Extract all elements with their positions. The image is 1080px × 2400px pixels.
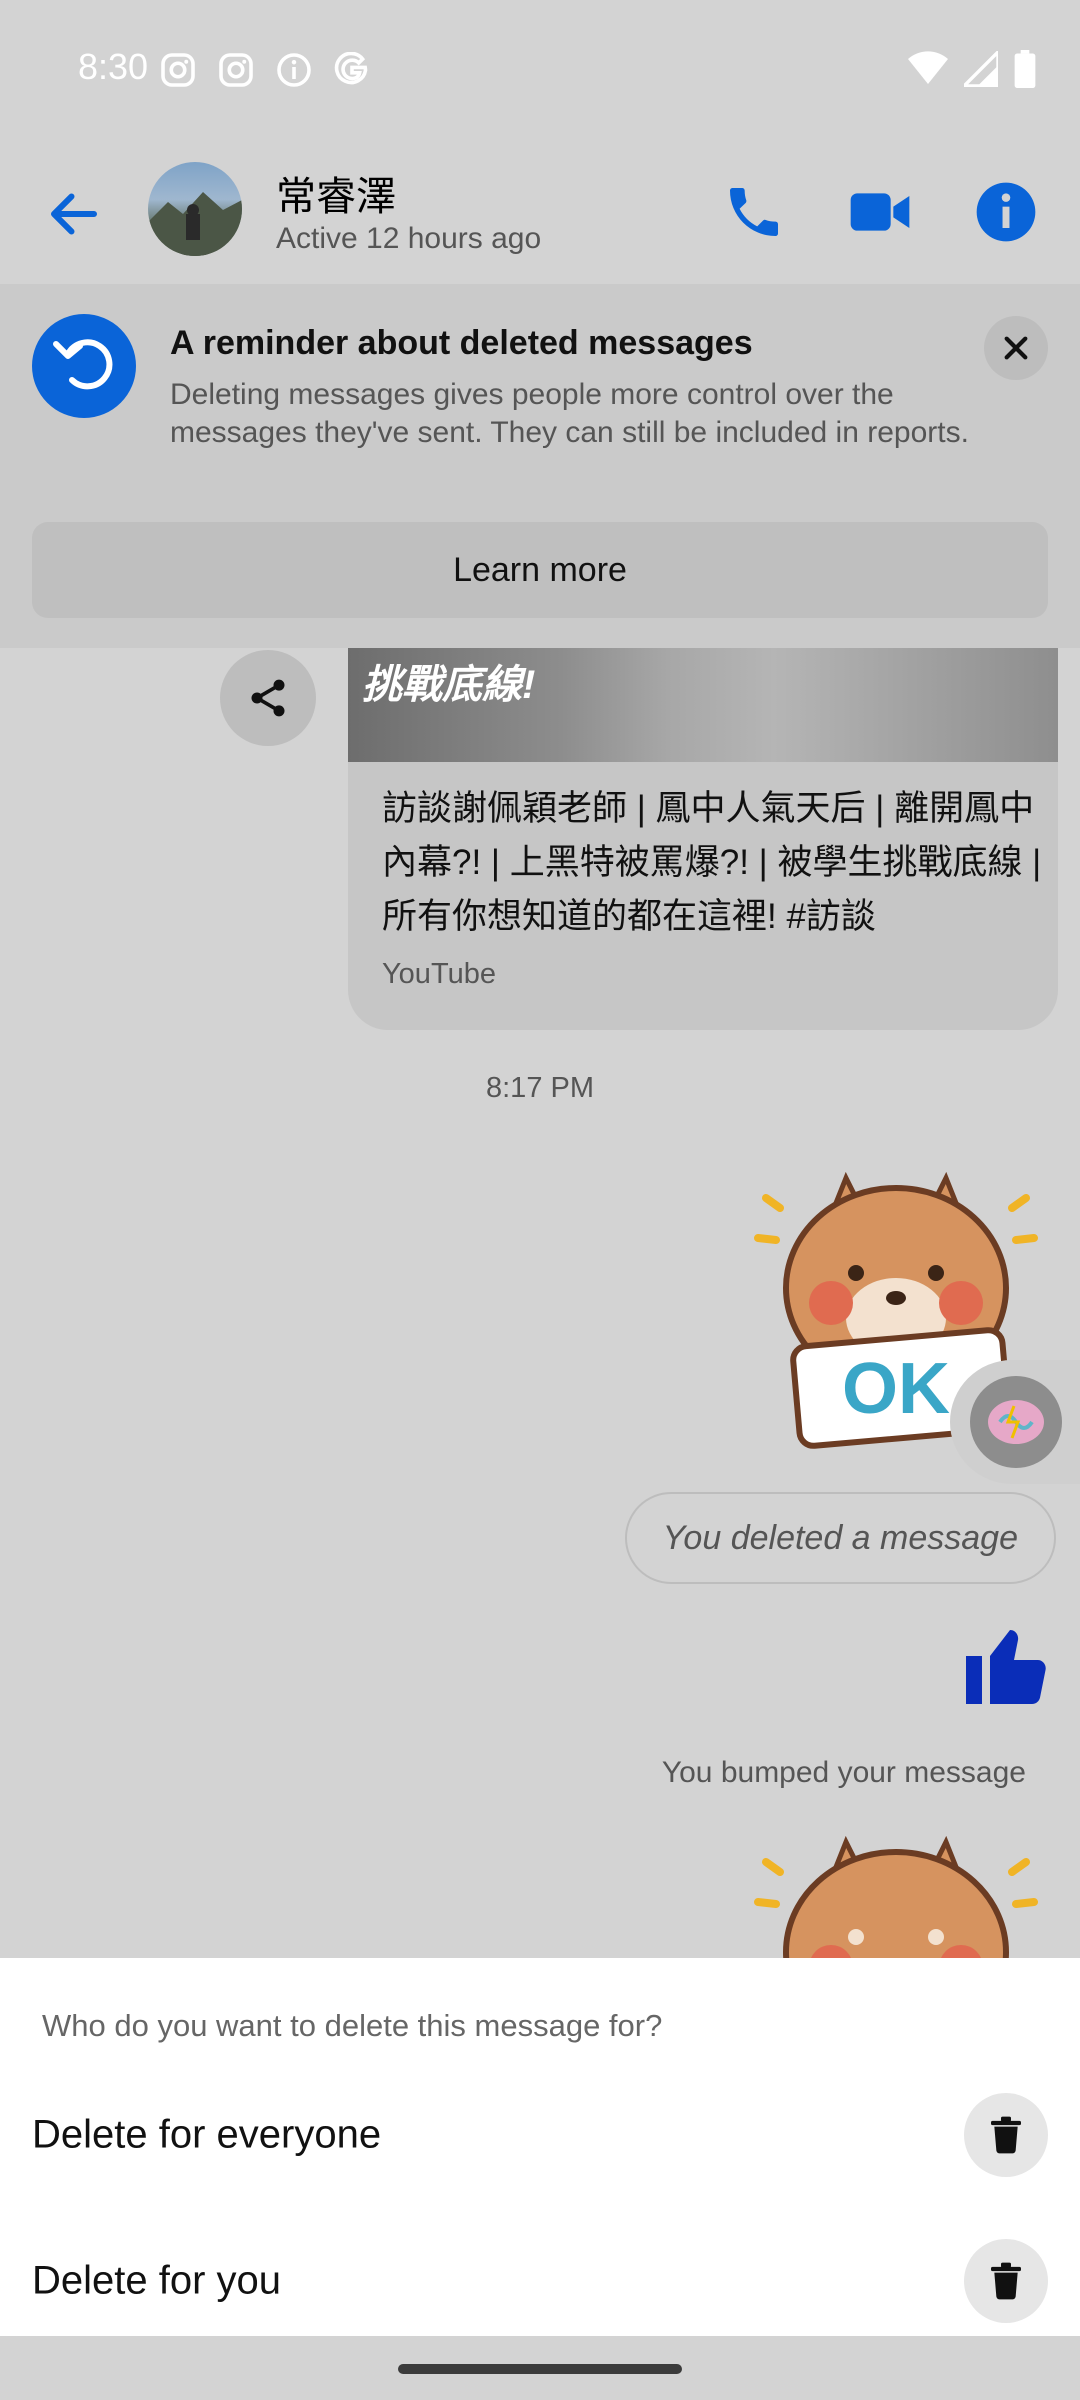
deleted-message-bubble[interactable]: You deleted a message xyxy=(624,1492,1056,1584)
info-icon xyxy=(277,53,311,87)
status-time: 8:30 xyxy=(78,46,149,87)
sticker-text: OK xyxy=(842,1349,950,1429)
contact-status: Active 12 hours ago xyxy=(276,222,542,255)
trash-icon xyxy=(964,2239,1048,2323)
delete-for-everyone-option[interactable]: Delete for everyone xyxy=(0,2062,1080,2208)
google-icon xyxy=(334,52,368,85)
link-title: 訪談謝佩穎老師 | 鳳中人氣天后 | 離開鳳中內幕?! | 上黑特被罵爆?! |… xyxy=(382,789,1042,936)
battery-icon xyxy=(1014,50,1036,88)
link-thumbnail: 挑戰底線! xyxy=(348,648,1058,762)
video-icon[interactable] xyxy=(848,180,912,244)
conversation: 挑戰底線! 訪談謝佩穎老師 | 鳳中人氣天后 | 離開鳳中內幕?! | 上黑特被… xyxy=(0,648,1080,1958)
link-preview-card[interactable]: 挑戰底線! 訪談謝佩穎老師 | 鳳中人氣天后 | 離開鳳中內幕?! | 上黑特被… xyxy=(348,648,1058,1030)
deleted-messages-reminder: A reminder about deleted messages Deleti… xyxy=(0,284,1080,648)
back-arrow-icon[interactable] xyxy=(44,184,104,244)
delete-for-you-option[interactable]: Delete for you xyxy=(0,2208,1080,2354)
instagram-icon xyxy=(161,53,195,87)
wifi-icon xyxy=(908,51,948,84)
reminder-body: Deleting messages gives people more cont… xyxy=(170,378,969,449)
thumbs-up-icon[interactable] xyxy=(958,1616,1054,1712)
message-timestamp: 8:17 PM xyxy=(486,1072,594,1104)
link-source: YouTube xyxy=(382,958,496,990)
avatar[interactable] xyxy=(148,162,242,256)
close-button[interactable] xyxy=(984,316,1048,380)
bumped-notice: You bumped your message xyxy=(661,1756,1026,1789)
home-indicator[interactable] xyxy=(398,2364,682,2374)
reminder-title: A reminder about deleted messages xyxy=(170,324,753,362)
thumbnail-caption: 挑戰底線! xyxy=(362,663,536,707)
trash-icon xyxy=(964,2093,1048,2177)
navigation-bar xyxy=(0,2336,1080,2400)
status-bar: 8:30 xyxy=(0,0,1080,140)
option-label: Delete for everyone xyxy=(32,2112,382,2157)
ok-sticker[interactable] xyxy=(736,1802,1056,1958)
undo-icon xyxy=(32,314,136,418)
contact-name[interactable]: 常睿澤 xyxy=(276,164,396,222)
sheet-question: Who do you want to delete this message f… xyxy=(42,2008,663,2043)
floating-chat-head[interactable] xyxy=(950,1360,1080,1484)
close-icon xyxy=(1004,336,1028,360)
signal-icon xyxy=(964,51,998,87)
phone-icon[interactable] xyxy=(722,180,786,244)
learn-more-button[interactable]: Learn more xyxy=(32,522,1048,618)
brain-icon xyxy=(970,1376,1062,1468)
share-button[interactable] xyxy=(220,650,316,746)
instagram-icon xyxy=(219,53,253,87)
option-label: Delete for you xyxy=(32,2258,282,2303)
chat-header: 常睿澤 Active 12 hours ago xyxy=(0,140,1080,284)
delete-options-sheet: Who do you want to delete this message f… xyxy=(0,1958,1080,2336)
info-icon[interactable] xyxy=(974,180,1038,244)
share-icon xyxy=(251,679,285,717)
